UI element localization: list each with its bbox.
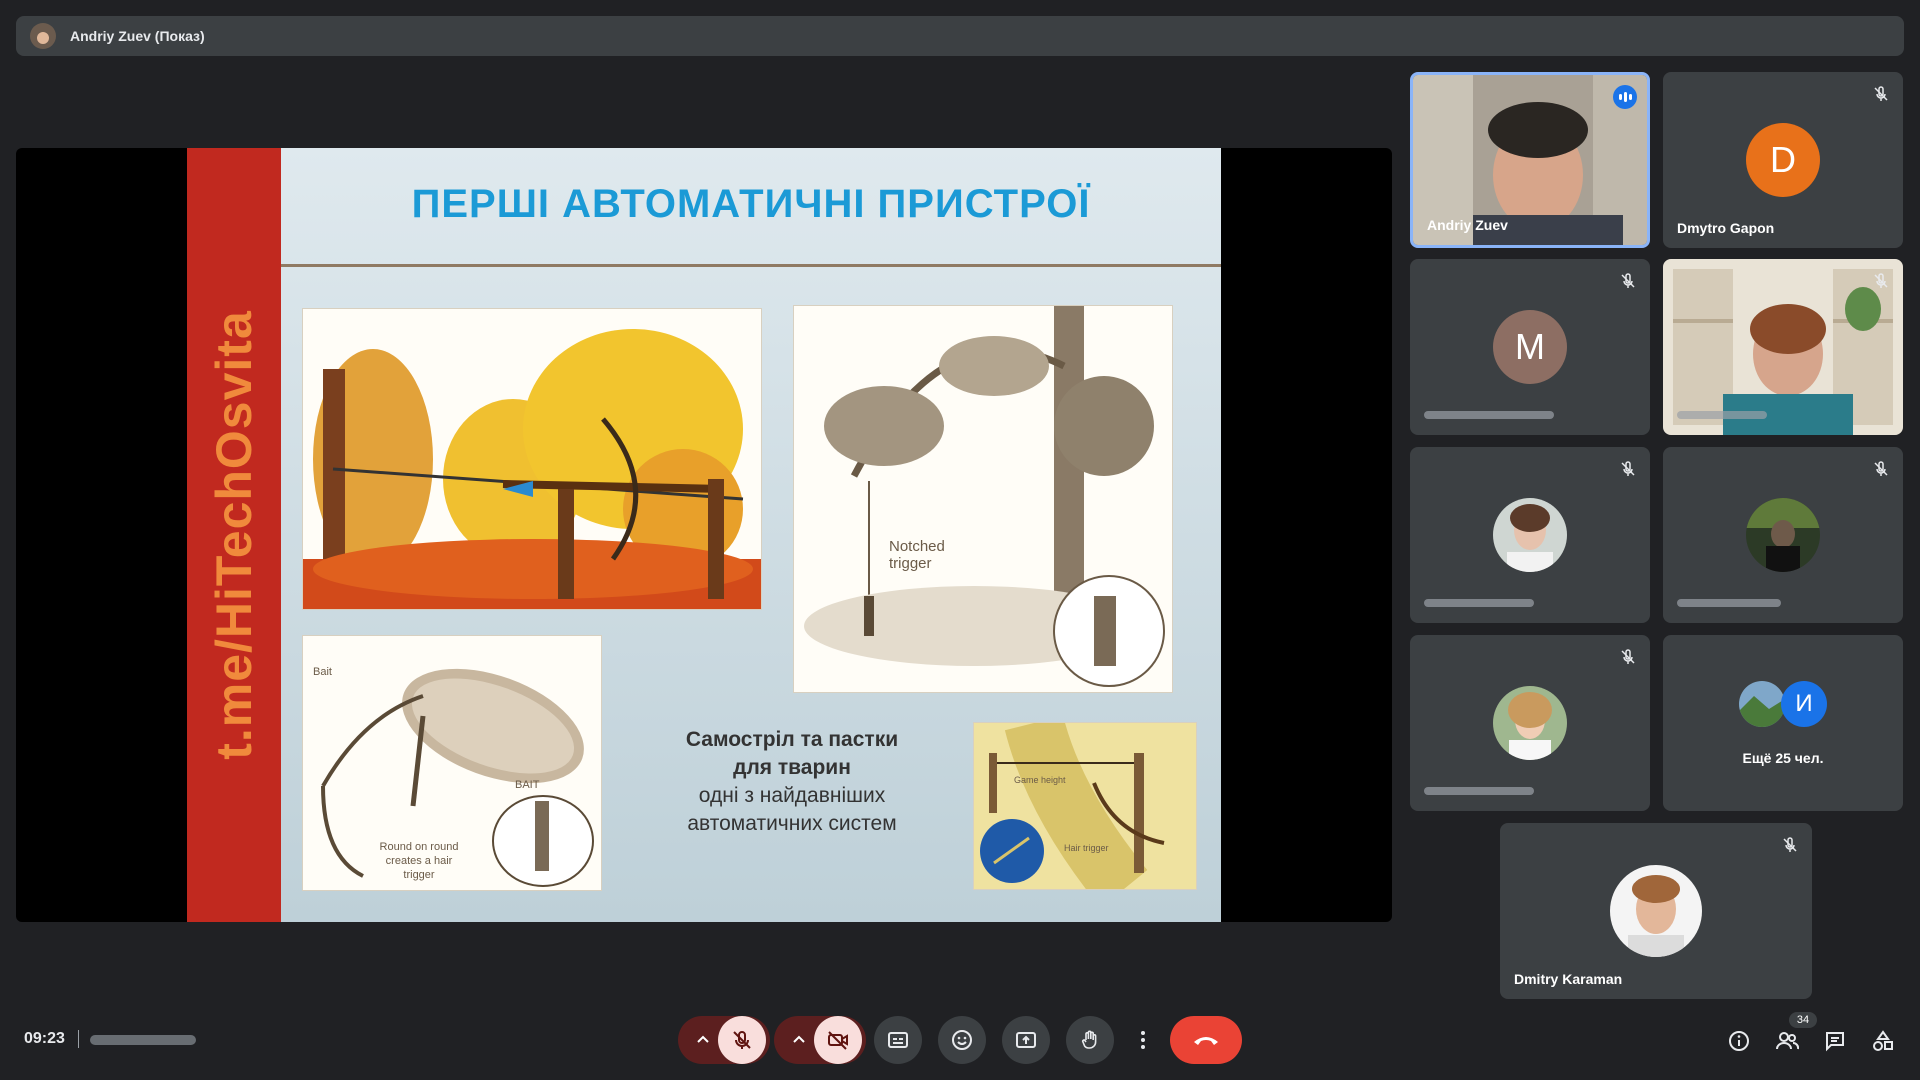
mic-off-icon xyxy=(733,1030,751,1049)
activities-button[interactable] xyxy=(1870,1028,1896,1054)
camera-toggle-button[interactable] xyxy=(814,1016,862,1064)
deadfall-trap-image: Bait BAIT Round on round creates a hair … xyxy=(302,635,602,891)
chat-icon xyxy=(1826,1032,1844,1052)
end-call-icon xyxy=(1194,1037,1218,1045)
chevron-up-icon xyxy=(793,1035,805,1043)
participant-name-hidden xyxy=(1424,599,1534,607)
snare-trap-image: Notched trigger xyxy=(793,305,1173,693)
participant-avatar xyxy=(1493,686,1567,760)
caption-line-3: одні з найдавніших xyxy=(698,784,886,807)
camera-off-icon xyxy=(828,1031,848,1050)
activities-icon xyxy=(1873,1030,1893,1051)
title-divider xyxy=(281,264,1221,267)
slide-title: ПЕРШІ АВТОМАТИЧНІ ПРИСТРОЇ xyxy=(411,182,1091,226)
participant-name-hidden xyxy=(1424,411,1554,419)
more-vert-icon xyxy=(1141,1031,1145,1049)
participant-tile-woman-video[interactable] xyxy=(1663,259,1903,435)
captions-icon xyxy=(888,1032,908,1048)
participant-avatar xyxy=(1493,498,1567,572)
participant-tile-girl-2[interactable] xyxy=(1410,635,1650,811)
participant-name-hidden xyxy=(1677,599,1781,607)
participants-count-badge: 34 xyxy=(1789,1012,1817,1028)
mic-muted-icon xyxy=(1621,649,1635,664)
participant-tile-dmytro[interactable]: D Dmytro Gapon xyxy=(1663,72,1903,248)
hair-trigger-label: Hair trigger xyxy=(1064,843,1109,853)
people-icon xyxy=(1776,1032,1799,1050)
participant-name-hidden xyxy=(1677,411,1767,419)
mic-toggle-button[interactable] xyxy=(718,1016,766,1064)
mic-muted-icon xyxy=(1874,273,1888,288)
bait-label-2: BAIT xyxy=(515,779,540,791)
caption-line-1: Самостріл та пастки xyxy=(685,728,899,751)
game-height-label: Game height xyxy=(1014,775,1066,785)
raise-hand-icon xyxy=(1082,1030,1097,1049)
clock-separator xyxy=(78,1030,79,1048)
chat-button[interactable] xyxy=(1822,1028,1848,1054)
slide: t.me/HiTechOsvita ПЕРШІ АВТОМАТИЧНІ ПРИС… xyxy=(187,148,1221,922)
participant-name-hidden xyxy=(1424,787,1534,795)
bottom-bar: 09:23 34 xyxy=(0,1000,1920,1080)
mic-muted-icon xyxy=(1783,837,1797,852)
participant-avatar xyxy=(1610,865,1702,957)
mic-muted-icon xyxy=(1621,273,1635,288)
participant-tile-overflow[interactable]: И Ещё 25 чел. xyxy=(1663,635,1903,811)
notched-trigger-label: Notched trigger xyxy=(889,538,945,572)
crossbow-trap-image xyxy=(302,308,762,610)
overflow-avatar-letter: И xyxy=(1781,681,1827,727)
overflow-count-label: Ещё 25 чел. xyxy=(1742,750,1824,766)
presentation-stage: t.me/HiTechOsvita ПЕРШІ АВТОМАТИЧНІ ПРИС… xyxy=(16,148,1392,922)
caption-line-2: для тварин xyxy=(733,756,851,779)
emoji-icon xyxy=(952,1030,972,1050)
slide-side-bar: t.me/HiTechOsvita xyxy=(187,148,281,922)
participant-name: Andriy Zuev xyxy=(1427,217,1508,233)
letter-avatar: M xyxy=(1493,310,1567,384)
meeting-code-hidden xyxy=(90,1035,196,1045)
participant-tile-man-night[interactable] xyxy=(1663,447,1903,623)
present-icon xyxy=(1016,1032,1036,1048)
participant-tile-dmitry[interactable]: Dmitry Karaman xyxy=(1500,823,1812,999)
people-button[interactable] xyxy=(1774,1028,1800,1054)
raise-hand-button[interactable] xyxy=(1066,1016,1114,1064)
slide-side-text: t.me/HiTechOsvita xyxy=(206,310,262,760)
participant-tile-andriy[interactable]: Andriy Zuev xyxy=(1410,72,1650,248)
end-call-button[interactable] xyxy=(1170,1016,1242,1064)
chevron-up-icon xyxy=(697,1035,709,1043)
participant-name: Dmytro Gapon xyxy=(1677,220,1775,236)
round-trigger-label: Round on round creates a hair trigger xyxy=(379,841,459,881)
participant-name: Dmitry Karaman xyxy=(1514,971,1623,987)
mic-muted-icon xyxy=(1874,461,1888,476)
reactions-button[interactable] xyxy=(938,1016,986,1064)
slide-caption: Самостріл та пастки для тварин одні з на… xyxy=(657,726,927,838)
presenter-bar: Andriy Zuev (Показ) xyxy=(16,16,1904,56)
meeting-info-button[interactable] xyxy=(1726,1028,1752,1054)
hair-trigger-image: Game height Hair trigger xyxy=(973,722,1197,890)
participant-tile-girl-1[interactable] xyxy=(1410,447,1650,623)
mic-muted-icon xyxy=(1621,461,1635,476)
mic-muted-icon xyxy=(1874,86,1888,101)
more-options-button[interactable] xyxy=(1130,1016,1156,1064)
bait-label-1: Bait xyxy=(313,666,332,678)
participant-avatar xyxy=(1746,498,1820,572)
overflow-avatar-photo xyxy=(1739,681,1785,727)
present-button[interactable] xyxy=(1002,1016,1050,1064)
presenter-label: Andriy Zuev (Показ) xyxy=(70,28,205,44)
speaking-indicator-icon xyxy=(1613,85,1637,109)
participant-tile-m[interactable]: M xyxy=(1410,259,1650,435)
caption-line-4: автоматичних систем xyxy=(687,812,897,835)
letter-avatar: D xyxy=(1746,123,1820,197)
captions-button[interactable] xyxy=(874,1016,922,1064)
clock: 09:23 xyxy=(24,1030,65,1047)
info-icon xyxy=(1729,1031,1749,1051)
presenter-avatar xyxy=(30,23,56,49)
